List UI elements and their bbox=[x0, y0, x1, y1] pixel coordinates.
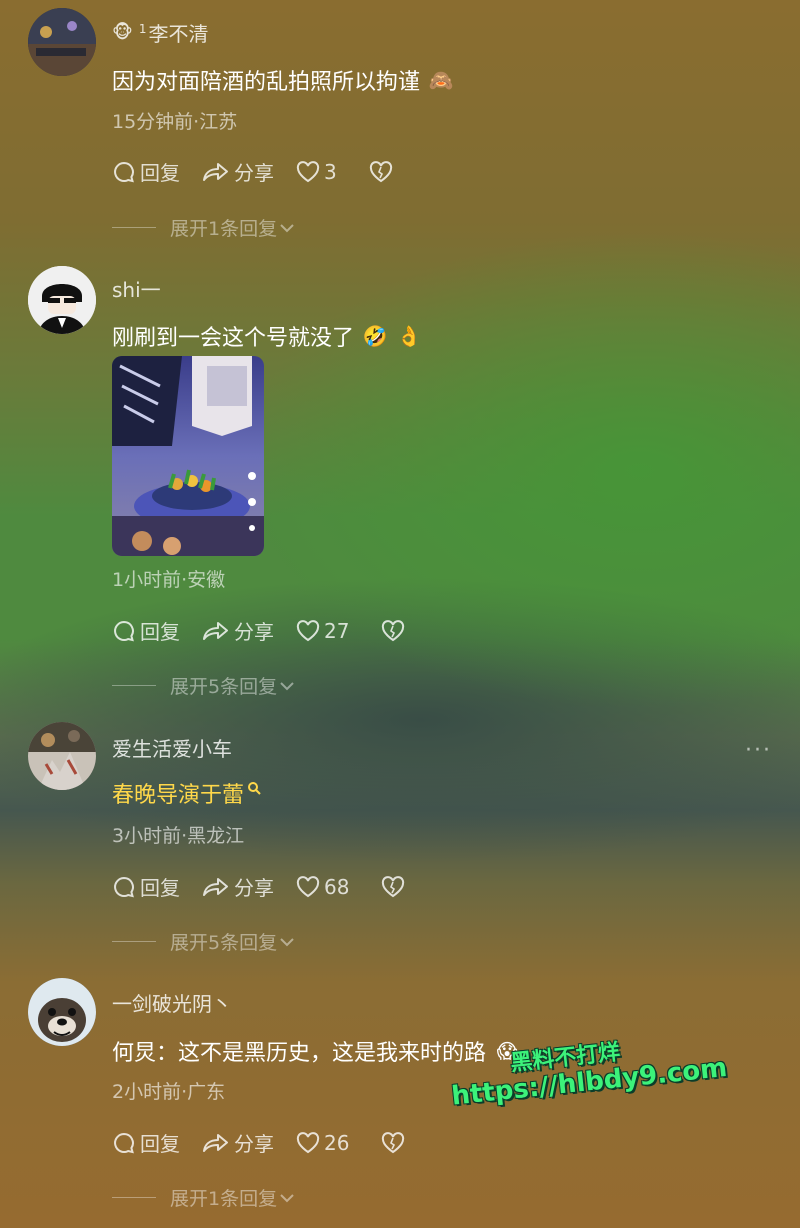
share-arrow-icon bbox=[203, 162, 228, 181]
divider-line bbox=[112, 227, 156, 228]
username[interactable]: shi一 bbox=[112, 274, 161, 303]
dislike-button[interactable] bbox=[381, 619, 405, 642]
broken-heart-icon bbox=[369, 160, 392, 182]
like-button[interactable]: 27 bbox=[296, 619, 349, 643]
like-button[interactable]: 26 bbox=[296, 1131, 349, 1155]
comment-text: 因为对面陪酒的乱拍照所以拘谨 🙈 bbox=[112, 64, 454, 96]
expand-replies[interactable]: 展开5条回复 bbox=[112, 672, 295, 699]
reply-label: 回复 bbox=[140, 1132, 180, 1156]
timestamp-location: 2小时前·广东 bbox=[112, 1081, 226, 1103]
comment-text-body: 春晚导演于蕾 bbox=[112, 783, 245, 808]
like-button[interactable]: 68 bbox=[296, 875, 349, 899]
expand-label: 展开1条回复 bbox=[170, 1188, 278, 1210]
reply-button[interactable]: 回复 bbox=[112, 1128, 180, 1157]
timestamp-location: 15分钟前·江苏 bbox=[112, 111, 238, 133]
name-superscript: 1 bbox=[138, 22, 147, 37]
comment-bubble-icon bbox=[114, 620, 134, 641]
avatar[interactable] bbox=[28, 8, 96, 76]
broken-heart-icon bbox=[382, 619, 405, 641]
heart-icon bbox=[296, 160, 320, 182]
monkey-icon: 🐵 bbox=[112, 22, 133, 43]
rofl-emoji-icon: 🤣 bbox=[362, 324, 388, 348]
reply-button[interactable]: 回复 bbox=[112, 616, 180, 645]
ok-hand-emoji-icon: 👌 bbox=[396, 324, 422, 348]
divider-line bbox=[112, 1197, 156, 1198]
expand-label: 展开5条回复 bbox=[170, 932, 278, 954]
chevron-down-icon bbox=[280, 681, 294, 690]
reply-label: 回复 bbox=[140, 161, 180, 185]
comment-text: 刚刷到一会这个号就没了 🤣 👌 bbox=[112, 320, 422, 352]
like-button[interactable]: 3 bbox=[296, 160, 337, 184]
more-options-button[interactable]: ··· bbox=[745, 738, 772, 763]
comment-text-body: 因为对面陪酒的乱拍照所以拘谨 bbox=[112, 70, 421, 95]
dislike-button[interactable] bbox=[369, 160, 393, 183]
broken-heart-icon bbox=[382, 1131, 405, 1153]
share-label: 分享 bbox=[234, 620, 274, 644]
share-label: 分享 bbox=[234, 161, 274, 185]
avatar[interactable] bbox=[28, 978, 96, 1046]
username[interactable]: 🐵 1 李不清 bbox=[112, 18, 208, 47]
reply-button[interactable]: 回复 bbox=[112, 157, 180, 186]
dislike-button[interactable] bbox=[381, 1131, 405, 1154]
username-text: 李不清 bbox=[148, 22, 209, 46]
heart-icon bbox=[296, 619, 320, 641]
comment-bubble-icon bbox=[114, 876, 134, 897]
action-bar: 回复 分享 3 bbox=[112, 157, 393, 186]
expand-replies[interactable]: 展开5条回复 bbox=[112, 928, 295, 955]
share-button[interactable]: 分享 bbox=[202, 1128, 274, 1157]
avatar[interactable] bbox=[28, 722, 96, 790]
username[interactable]: 爱生活爱小车 bbox=[112, 733, 232, 762]
emoji-icon: 🙈 bbox=[428, 68, 454, 92]
share-arrow-icon bbox=[203, 877, 228, 896]
dislike-button[interactable] bbox=[381, 875, 405, 898]
share-arrow-icon bbox=[203, 621, 228, 640]
expand-replies[interactable]: 展开1条回复 bbox=[112, 214, 295, 241]
share-button[interactable]: 分享 bbox=[202, 616, 274, 645]
comment-text-body: 何炅：这不是黑历史，这是我来时的路 bbox=[112, 1041, 487, 1066]
action-bar: 回复 分享 68 bbox=[112, 872, 405, 901]
share-arrow-icon bbox=[203, 1133, 228, 1152]
comment-image[interactable] bbox=[112, 356, 264, 556]
chevron-down-icon bbox=[280, 937, 294, 946]
chevron-down-icon bbox=[280, 1193, 294, 1202]
search-icon bbox=[248, 782, 261, 795]
share-button[interactable]: 分享 bbox=[202, 872, 274, 901]
share-button[interactable]: 分享 bbox=[202, 157, 274, 186]
share-label: 分享 bbox=[234, 876, 274, 900]
like-count: 26 bbox=[324, 1130, 350, 1155]
expand-replies[interactable]: 展开1条回复 bbox=[112, 1184, 295, 1211]
timestamp-location: 1小时前·安徽 bbox=[112, 569, 226, 591]
comment-bubble-icon bbox=[114, 161, 134, 182]
avatar[interactable] bbox=[28, 266, 96, 334]
action-bar: 回复 分享 27 bbox=[112, 616, 405, 645]
comment-bubble-icon bbox=[114, 1132, 134, 1153]
share-label: 分享 bbox=[234, 1132, 274, 1156]
reply-label: 回复 bbox=[140, 620, 180, 644]
comment-text-body: 刚刷到一会这个号就没了 bbox=[112, 326, 355, 351]
like-count: 27 bbox=[324, 618, 350, 643]
action-bar: 回复 分享 26 bbox=[112, 1128, 405, 1157]
heart-icon bbox=[296, 875, 320, 897]
broken-heart-icon bbox=[382, 875, 405, 897]
username[interactable]: 一剑破光阴丶 bbox=[112, 988, 232, 1017]
like-count: 3 bbox=[324, 159, 337, 184]
heart-icon bbox=[296, 1131, 320, 1153]
reply-label: 回复 bbox=[140, 876, 180, 900]
expand-label: 展开1条回复 bbox=[170, 218, 278, 240]
expand-label: 展开5条回复 bbox=[170, 676, 278, 698]
chevron-down-icon bbox=[280, 223, 294, 232]
reply-button[interactable]: 回复 bbox=[112, 872, 180, 901]
divider-line bbox=[112, 941, 156, 942]
divider-line bbox=[112, 685, 156, 686]
comment-text[interactable]: 春晚导演于蕾 bbox=[112, 777, 262, 809]
like-count: 68 bbox=[324, 874, 350, 899]
timestamp-location: 3小时前·黑龙江 bbox=[112, 825, 245, 847]
